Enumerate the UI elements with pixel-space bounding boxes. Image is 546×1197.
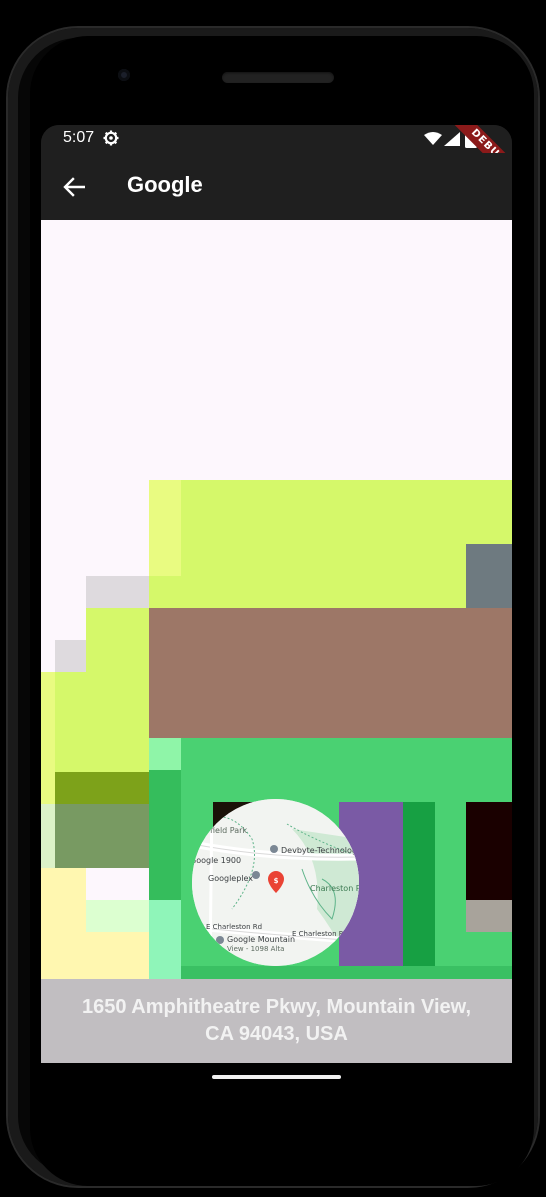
status-time: 5:07 [63, 129, 95, 146]
page-title: Google [127, 172, 203, 197]
status-bar: 5:07 DEBUG [41, 125, 512, 189]
signal-icon [444, 132, 460, 146]
address-text: 1650 Amphitheatre Pkwy, Mountain View, C… [82, 996, 471, 1045]
earpiece-speaker [222, 72, 334, 83]
device-screen: 5:07 DEBUG Google field Park Devbyte-Tec… [41, 125, 512, 1063]
image-block [41, 804, 55, 868]
map-label: Devbyte-Technologi [281, 846, 359, 855]
image-block [149, 480, 181, 576]
address-overlay: 1650 Amphitheatre Pkwy, Mountain View, C… [41, 979, 512, 1063]
map-label: Google 1900 [192, 856, 241, 865]
image-block [86, 608, 149, 772]
image-block [149, 480, 512, 608]
wifi-icon [424, 132, 442, 145]
image-block [149, 770, 181, 900]
gear-icon [103, 130, 119, 146]
svg-text:$: $ [274, 877, 279, 885]
app-bar: Google [41, 153, 512, 220]
home-indicator[interactable] [212, 1075, 341, 1079]
image-block [86, 900, 149, 932]
image-block [55, 672, 86, 772]
image-block [86, 576, 149, 608]
image-block [55, 804, 149, 868]
map-label: E Charleston Rd [206, 923, 262, 931]
map-label: Googleplex [208, 874, 253, 883]
back-button[interactable] [57, 170, 91, 204]
map-label: field Park [210, 826, 247, 835]
image-block [466, 802, 512, 900]
image-block [55, 640, 86, 672]
map-label: Google Mountain [227, 935, 295, 944]
gesture-navigation-bar [41, 1063, 512, 1103]
arrow-back-icon [63, 177, 85, 197]
front-camera [118, 69, 130, 81]
image-block [55, 772, 149, 804]
image-block [466, 544, 512, 608]
image-block [149, 738, 181, 770]
image-block [86, 932, 149, 979]
map-image: field Park Devbyte-Technologi Google 190… [192, 799, 359, 966]
image-block [181, 966, 512, 979]
map-label: View - 1098 Alta [227, 945, 284, 953]
map-thumbnail[interactable]: field Park Devbyte-Technologi Google 190… [192, 799, 359, 966]
map-label: Charleston Park [310, 884, 359, 893]
image-block [466, 900, 512, 932]
image-block [149, 900, 181, 979]
image-block [149, 608, 512, 738]
image-block [41, 868, 86, 979]
image-block [403, 802, 435, 966]
image-block [41, 672, 55, 804]
street-view-image: field Park Devbyte-Technologi Google 190… [41, 220, 512, 1063]
